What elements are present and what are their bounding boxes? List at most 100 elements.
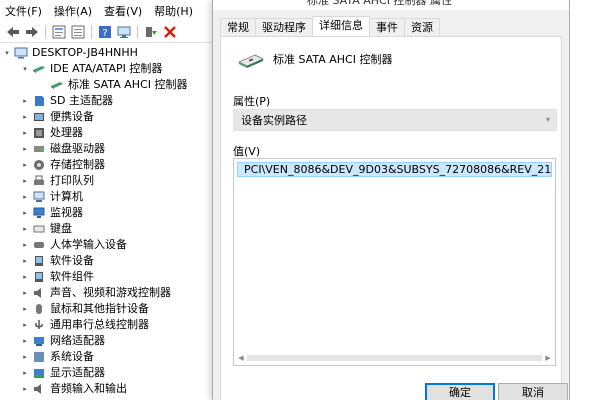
printer-icon (32, 175, 46, 187)
tree-item-display-adapter[interactable]: ▸ 显示适配器 (20, 365, 105, 381)
tree-item-keyboard[interactable]: ▸ 键盘 (20, 221, 72, 237)
tab-details[interactable]: 详细信息 (312, 16, 370, 36)
tree-item-computer[interactable]: ▸ 计算机 (20, 189, 83, 205)
chevron-right-icon[interactable]: ▸ (20, 365, 30, 381)
chevron-right-icon[interactable]: ▸ (20, 269, 30, 285)
chevron-down-icon[interactable]: ▾ (20, 61, 30, 77)
tree-item-audio-io[interactable]: ▸ 音频输入和输出 (20, 381, 127, 397)
tree-item-storage-controller[interactable]: ▸ 存储控制器 (20, 157, 105, 173)
list-icon[interactable] (70, 24, 86, 40)
scrollbar-track[interactable] (247, 352, 542, 364)
horizontal-scrollbar[interactable]: ◀ ▶ (235, 352, 554, 364)
hid-icon (32, 239, 46, 251)
value-list-item-selected[interactable]: PCI\VEN_8086&DEV_9D03&SUBSYS_72708086&RE… (237, 162, 552, 177)
tree-root[interactable]: ▾ DESKTOP-JB4HNHH (2, 45, 138, 61)
usb-icon (32, 319, 46, 331)
tree-item-monitor[interactable]: ▸ 监视器 (20, 205, 83, 221)
tree-item-sd-host[interactable]: ▸ SD 主适配器 (20, 93, 113, 109)
tree-item-processor[interactable]: ▸ 处理器 (20, 125, 83, 141)
scrollbar-thumb[interactable] (247, 355, 542, 361)
help-icon[interactable]: ? (97, 24, 113, 40)
menu-help[interactable]: 帮助(H) (152, 4, 195, 20)
menu-view[interactable]: 查看(V) (102, 4, 144, 20)
tab-driver[interactable]: 驱动程序 (255, 18, 313, 36)
chevron-right-icon[interactable]: ▸ (20, 173, 30, 189)
properties-dialog: 标准 SATA AHCI 控制器 属性 常规 驱动程序 详细信息 事件 资源 标… (212, 0, 570, 400)
chevron-right-icon[interactable]: ▸ (20, 189, 30, 205)
chevron-right-icon[interactable]: ▸ (20, 349, 30, 365)
display-adapter-icon (32, 367, 46, 379)
tab-events[interactable]: 事件 (369, 18, 405, 36)
property-dropdown[interactable]: 设备实例路径 ▾ (233, 109, 557, 131)
tree-item-software-component[interactable]: ▸ 软件组件 (20, 269, 94, 285)
keyboard-icon (32, 223, 46, 235)
menu-file[interactable]: 文件(F) (3, 4, 44, 20)
menu-bar: 文件(F) 操作(A) 查看(V) 帮助(H) (0, 4, 195, 20)
chevron-right-icon[interactable]: ▸ (20, 333, 30, 349)
device-tree: ▾ DESKTOP-JB4HNHH ▾ IDE ATA/ATAPI 控制器 标准… (0, 43, 215, 400)
back-icon[interactable] (5, 24, 21, 40)
chevron-right-icon[interactable]: ▸ (20, 157, 30, 173)
tree-item-label: 通用串行总线控制器 (50, 318, 149, 331)
tree-item-software-device[interactable]: ▸ 软件设备 (20, 253, 94, 269)
computer-icon (14, 47, 28, 59)
tree-item-label: 处理器 (50, 126, 83, 139)
tree-root-label: DESKTOP-JB4HNHH (32, 46, 138, 59)
tree-item-label: 网络适配器 (50, 334, 105, 347)
chevron-right-icon[interactable]: ▸ (20, 141, 30, 157)
tree-item-sata-ahci[interactable]: 标准 SATA AHCI 控制器 (48, 77, 187, 93)
network-adapter-icon (32, 335, 46, 347)
chevron-right-icon[interactable]: ▸ (20, 381, 30, 397)
chevron-right-icon[interactable]: ▸ (20, 237, 30, 253)
chevron-right-icon[interactable]: ▸ (20, 125, 30, 141)
uninstall-icon[interactable] (162, 24, 178, 40)
chevron-right-icon[interactable]: ▸ (20, 253, 30, 269)
value-label: 值(V) (233, 145, 261, 158)
chevron-right-icon[interactable]: ▸ (20, 205, 30, 221)
properties-icon[interactable] (51, 24, 67, 40)
device-name: 标准 SATA AHCI 控制器 (273, 53, 393, 66)
storage-controller-icon (32, 159, 46, 171)
scroll-right-icon[interactable]: ▶ (542, 352, 554, 364)
system-device-icon (32, 351, 46, 363)
tree-item-label: 打印队列 (50, 174, 94, 187)
tree-item-mouse[interactable]: ▸ 鼠标和其他指针设备 (20, 301, 149, 317)
chevron-right-icon[interactable]: ▸ (20, 109, 30, 125)
tree-item-ide-controller[interactable]: ▾ IDE ATA/ATAPI 控制器 (20, 61, 162, 77)
dialog-title-bar: 标准 SATA AHCI 控制器 属性 (213, 0, 569, 10)
tree-item-disk[interactable]: ▸ 磁盘驱动器 (20, 141, 105, 157)
svg-text:?: ? (102, 28, 107, 39)
chevron-down-icon: ▾ (545, 115, 550, 124)
value-text: PCI\VEN_8086&DEV_9D03&SUBSYS_72708086&RE… (244, 163, 552, 176)
chevron-down-icon[interactable]: ▾ (2, 45, 12, 61)
menu-action[interactable]: 操作(A) (52, 4, 94, 20)
ok-button[interactable]: 确定 (425, 383, 495, 400)
tree-item-sound-video[interactable]: ▸ 声音、视频和游戏控制器 (20, 285, 171, 301)
tree-item-system-device[interactable]: ▸ 系统设备 (20, 349, 94, 365)
tab-general[interactable]: 常规 (220, 18, 256, 36)
tree-item-label: 鼠标和其他指针设备 (50, 302, 149, 315)
tree-item-hid[interactable]: ▸ 人体学输入设备 (20, 237, 127, 253)
monitor-icon (32, 207, 46, 219)
controller-icon (32, 63, 46, 75)
scroll-left-icon[interactable]: ◀ (235, 352, 247, 364)
chevron-right-icon[interactable]: ▸ (20, 221, 30, 237)
chevron-right-icon[interactable]: ▸ (20, 301, 30, 317)
monitor-icon[interactable] (116, 24, 132, 40)
enable-driver-icon[interactable] (143, 24, 159, 40)
tree-item-usb[interactable]: ▸ 通用串行总线控制器 (20, 317, 149, 333)
toolbar-separator (91, 25, 92, 39)
tab-resources[interactable]: 资源 (404, 18, 440, 36)
tree-item-label: 标准 SATA AHCI 控制器 (68, 78, 188, 91)
forward-icon[interactable] (24, 24, 40, 40)
tree-item-network-adapter[interactable]: ▸ 网络适配器 (20, 333, 105, 349)
mouse-icon (32, 303, 46, 315)
chevron-right-icon[interactable]: ▸ (20, 93, 30, 109)
tree-item-print-queue[interactable]: ▸ 打印队列 (20, 173, 94, 189)
chevron-right-icon[interactable]: ▸ (20, 285, 30, 301)
chevron-right-icon[interactable]: ▸ (20, 317, 30, 333)
tree-item-portable[interactable]: ▸ 便携设备 (20, 109, 94, 125)
tree-item-label: 软件组件 (50, 270, 94, 283)
cancel-button[interactable]: 取消 (498, 383, 568, 400)
value-list[interactable]: PCI\VEN_8086&DEV_9D03&SUBSYS_72708086&RE… (233, 158, 556, 366)
